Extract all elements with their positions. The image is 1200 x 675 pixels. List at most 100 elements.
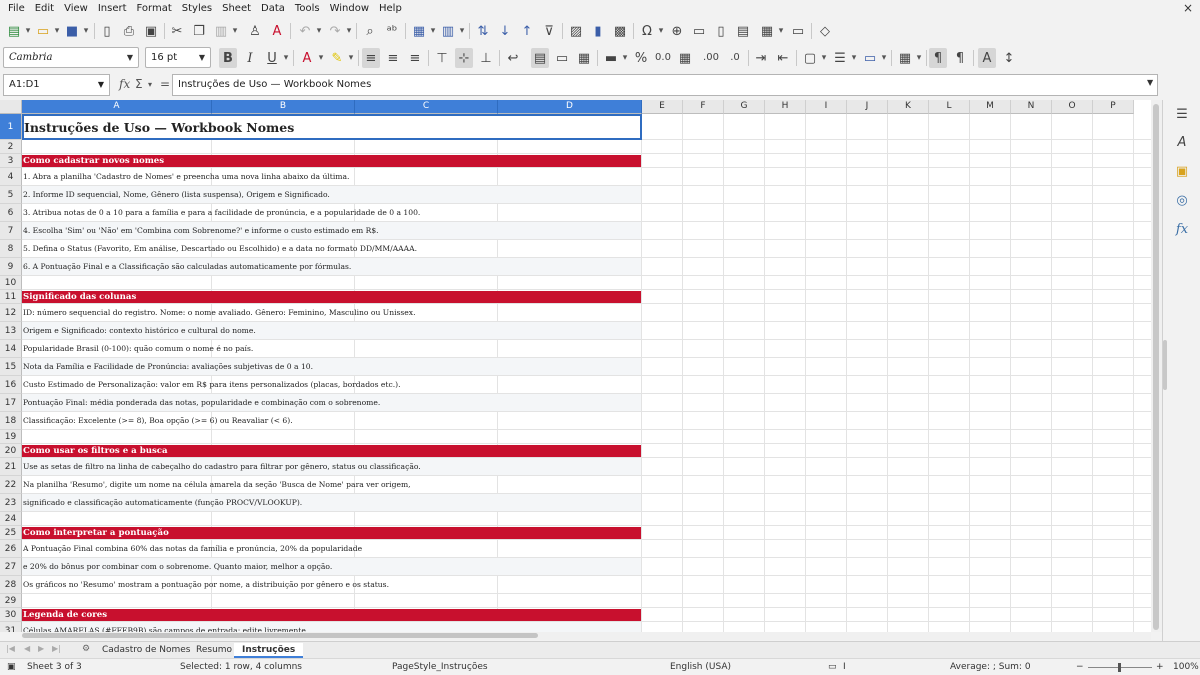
row-header[interactable]: 2 [0, 140, 22, 154]
horizontal-scrollbar[interactable] [22, 632, 1151, 640]
row-header[interactable]: 14 [0, 340, 22, 358]
chevron-down-icon[interactable]: ▾ [657, 22, 665, 40]
instruction-row[interactable]: 5. Defina o Status (Favorito, Em análise… [22, 240, 641, 257]
column-header[interactable]: L [929, 100, 970, 114]
chevron-down-icon[interactable]: ▼ [122, 48, 138, 67]
percent-format-icon[interactable]: % [632, 48, 650, 68]
instruction-row[interactable]: 3. Atribua notas de 0 a 10 para a famíli… [22, 204, 641, 221]
sum-icon[interactable]: Σ [135, 77, 143, 91]
row-header[interactable]: 15 [0, 358, 22, 376]
sort-descending-icon[interactable]: ↑ [518, 22, 536, 40]
chevron-down-icon[interactable]: ▾ [621, 48, 629, 68]
row-header[interactable]: 10 [0, 276, 22, 290]
column-header[interactable]: I [806, 100, 847, 114]
decrease-indent-icon[interactable]: ⇤ [774, 48, 792, 68]
menu-file[interactable]: File [3, 0, 30, 17]
last-sheet-icon[interactable]: ▶| [52, 644, 61, 653]
tab-cadastro-de-nomes[interactable]: Cadastro de Nomes [94, 643, 198, 658]
instruction-row[interactable]: 1. Abra a planilha 'Cadastro de Nomes' e… [22, 168, 641, 185]
row-icon[interactable]: ▦ [410, 22, 428, 40]
hamburger-menu-icon[interactable]: ☰ [1174, 107, 1190, 123]
chevron-down-icon[interactable]: ▾ [820, 48, 828, 68]
row-header[interactable]: 12 [0, 304, 22, 322]
row-header[interactable]: 30 [0, 608, 22, 622]
insert-image-icon[interactable]: ▨ [567, 22, 585, 40]
instruction-row[interactable]: Origem e Significado: contexto histórico… [22, 322, 641, 339]
chevron-down-icon[interactable]: ▾ [282, 48, 290, 68]
row-header[interactable]: 13 [0, 322, 22, 340]
define-print-area-icon[interactable]: ▤ [734, 22, 752, 40]
instruction-row[interactable]: Células AMARELAS (#FFEB9B) são campos de… [22, 622, 641, 632]
chevron-down-icon[interactable]: ▾ [317, 48, 325, 68]
insert-chart-icon[interactable]: ▮ [589, 22, 607, 40]
unmerge-cells-icon[interactable]: ▦ [575, 48, 593, 68]
zoom-in-icon[interactable]: + [1156, 662, 1164, 672]
vertical-scroll-thumb[interactable] [1153, 104, 1159, 630]
vertical-scrollbar[interactable] [1151, 100, 1162, 632]
add-decimal-icon[interactable]: .00 [702, 48, 720, 68]
spreadsheet-grid[interactable]: A B C D E F G H I J K L M N O P 1 2 3 Como cadastrar novos … [0, 100, 1162, 632]
chevron-down-icon[interactable]: ▾ [458, 22, 466, 40]
row-header[interactable]: 3 [0, 154, 22, 168]
column-header[interactable]: F [683, 100, 724, 114]
column-header[interactable]: D [498, 100, 642, 114]
instruction-row[interactable]: 2. Informe ID sequencial, Nome, Gênero (… [22, 186, 641, 203]
row-header[interactable]: 28 [0, 576, 22, 594]
chevron-down-icon[interactable]: ▼ [93, 75, 109, 95]
underline-icon[interactable]: U [263, 48, 281, 68]
chevron-down-icon[interactable]: ▾ [880, 48, 888, 68]
undo-icon[interactable]: ↶ [296, 22, 314, 40]
instruction-row[interactable]: Pontuação Final: média ponderada das not… [22, 394, 641, 411]
menu-styles[interactable]: Styles [177, 0, 217, 17]
copy-icon[interactable]: ❐ [190, 22, 208, 40]
zoom-slider[interactable] [1088, 663, 1152, 672]
column-header[interactable]: E [642, 100, 683, 114]
instruction-row[interactable]: significado e classificação automaticame… [22, 494, 641, 511]
next-sheet-icon[interactable]: ▶ [38, 644, 44, 653]
row-header[interactable]: 26 [0, 540, 22, 558]
sort-icon[interactable]: ⇅ [474, 22, 492, 40]
sort-ascending-icon[interactable]: ↓ [496, 22, 514, 40]
section-header[interactable]: Como cadastrar novos nomes [22, 155, 641, 167]
column-header[interactable]: C [355, 100, 498, 114]
chevron-down-icon[interactable]: ▾ [148, 80, 152, 89]
section-header[interactable]: Como interpretar a pontuação [22, 527, 641, 539]
merge-center-icon[interactable]: ▤ [531, 48, 549, 68]
horizontal-scroll-thumb[interactable] [22, 633, 538, 638]
row-header[interactable]: 7 [0, 222, 22, 240]
instruction-row[interactable]: 4. Escolha 'Sim' ou 'Não' em 'Combina co… [22, 222, 641, 239]
expand-formula-bar-icon[interactable]: ▼ [1147, 78, 1153, 87]
align-left-icon[interactable]: ≡ [362, 48, 380, 68]
date-format-icon[interactable]: ▦ [676, 48, 694, 68]
text-orientation-icon[interactable]: A [978, 48, 996, 68]
split-window-icon[interactable]: ▭ [789, 22, 807, 40]
zoom-out-icon[interactable]: − [1076, 662, 1084, 672]
freeze-rows-columns-icon[interactable]: ▦ [758, 22, 776, 40]
instruction-row[interactable]: Custo Estimado de Personalização: valor … [22, 376, 641, 393]
zoom-slider-knob[interactable] [1118, 663, 1121, 672]
row-header[interactable]: 24 [0, 512, 22, 526]
bold-icon[interactable]: B [219, 48, 237, 68]
chevron-down-icon[interactable]: ▾ [231, 22, 239, 40]
highlight-color-icon[interactable]: ✎ [328, 48, 346, 68]
font-size-combo[interactable]: 16 pt ▼ [145, 47, 211, 68]
redo-icon[interactable]: ↷ [326, 22, 344, 40]
column-header[interactable]: O [1052, 100, 1093, 114]
instruction-row[interactable]: Na planilha 'Resumo', digite um nome na … [22, 476, 641, 493]
column-header[interactable]: N [1011, 100, 1052, 114]
column-icon[interactable]: ▥ [439, 22, 457, 40]
row-header[interactable]: 31 [0, 622, 22, 632]
sidebar-grip[interactable] [1163, 340, 1167, 390]
row-header[interactable]: 22 [0, 476, 22, 494]
row-header[interactable]: 21 [0, 458, 22, 476]
row-header[interactable]: 6 [0, 204, 22, 222]
instruction-row[interactable]: Use as setas de filtro na linha de cabeç… [22, 458, 641, 475]
menu-insert[interactable]: Insert [93, 0, 132, 17]
open-folder-icon[interactable]: ▭ [34, 22, 52, 40]
currency-format-icon[interactable]: ▬ [602, 48, 620, 68]
gallery-icon[interactable]: ▣ [1174, 164, 1190, 180]
sum-status[interactable]: Average: ; Sum: 0 [950, 662, 1031, 672]
tab-instrucoes[interactable]: Instruções [234, 643, 304, 658]
vertical-text-icon[interactable]: ↕ [1000, 48, 1018, 68]
previous-sheet-icon[interactable]: ◀ [24, 644, 30, 653]
